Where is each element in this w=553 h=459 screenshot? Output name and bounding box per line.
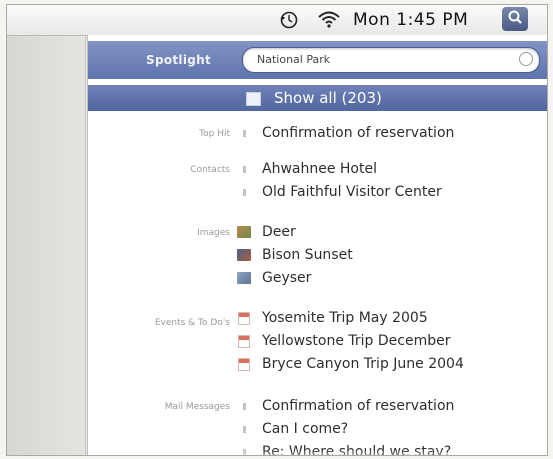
screen-frame: Mon 1:45 PM Spotlight National Park Show…: [6, 4, 548, 456]
search-input[interactable]: National Park: [242, 47, 540, 73]
clear-search-icon[interactable]: [519, 52, 533, 66]
result-item[interactable]: Geyser: [236, 267, 311, 289]
spotlight-menu-button[interactable]: [502, 7, 528, 31]
result-item[interactable]: Bryce Canyon Trip June 2004: [236, 353, 464, 375]
calendar-event-icon: [236, 334, 252, 348]
bottom-fade: [88, 449, 547, 455]
spotlight-search-bar: Spotlight National Park: [88, 41, 547, 79]
show-all-row[interactable]: Show all (203): [88, 85, 547, 111]
search-query-text: National Park: [257, 53, 331, 66]
result-item[interactable]: Confirmation of reservation: [236, 122, 454, 144]
image-thumbnail-icon: [236, 225, 252, 239]
result-item[interactable]: Yellowstone Trip December: [236, 330, 450, 352]
mail-icon: [236, 399, 252, 413]
category-label-top-hit: Top Hit: [199, 129, 230, 139]
menu-clock[interactable]: Mon 1:45 PM: [353, 10, 468, 30]
contact-icon: [236, 185, 252, 199]
result-item[interactable]: Old Faithful Visitor Center: [236, 181, 442, 203]
category-label-images: Images: [197, 228, 230, 238]
category-label-contacts: Contacts: [190, 165, 230, 175]
result-item[interactable]: Deer: [236, 221, 296, 243]
result-item[interactable]: Yosemite Trip May 2005: [236, 307, 428, 329]
contact-icon: [236, 162, 252, 176]
time-machine-icon[interactable]: [279, 10, 299, 34]
wifi-icon[interactable]: [317, 9, 341, 33]
category-label-events: Events & To Do's: [154, 318, 230, 328]
calendar-event-icon: [236, 311, 252, 325]
spotlight-icon: [507, 9, 523, 29]
spotlight-label: Spotlight: [146, 53, 212, 67]
result-item[interactable]: Confirmation of reservation: [236, 395, 454, 417]
show-all-icon: [246, 92, 261, 106]
menu-bar: Mon 1:45 PM: [7, 5, 547, 36]
image-thumbnail-icon: [236, 271, 252, 285]
result-item[interactable]: Bison Sunset: [236, 244, 353, 266]
mail-icon: [236, 422, 252, 436]
category-label-mail: Mail Messages: [164, 402, 230, 412]
result-item[interactable]: Can I come?: [236, 418, 348, 440]
spotlight-results-panel: Spotlight National Park Show all (203) T…: [87, 35, 547, 455]
document-icon: [236, 126, 252, 140]
desktop-background: [7, 35, 86, 455]
show-all-label: Show all (203): [274, 89, 382, 107]
calendar-event-icon: [236, 357, 252, 371]
image-thumbnail-icon: [236, 248, 252, 262]
result-item[interactable]: Ahwahnee Hotel: [236, 158, 377, 180]
